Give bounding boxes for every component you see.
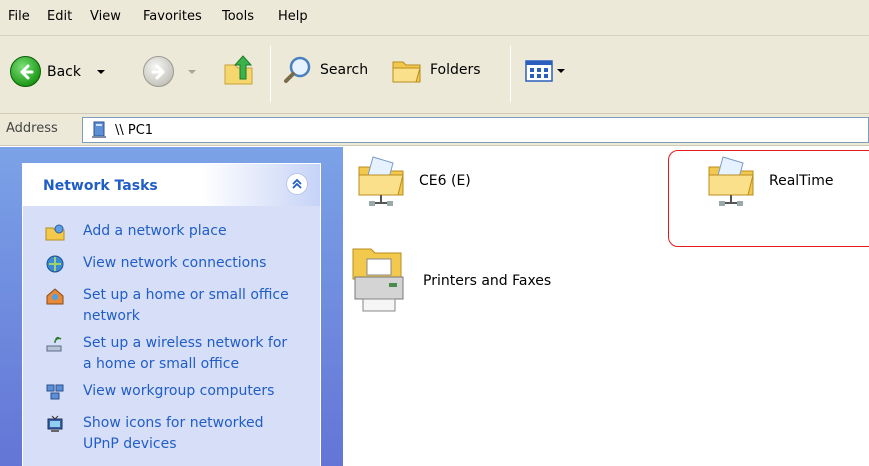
back-arrow-icon xyxy=(10,56,41,87)
network-place-icon xyxy=(45,224,65,241)
views-dropdown-icon[interactable] xyxy=(557,69,565,73)
task-view-workgroup-computers[interactable]: View workgroup computers xyxy=(45,381,298,402)
share-name: RealTime xyxy=(769,173,834,189)
menu-tools[interactable]: Tools xyxy=(222,9,254,24)
task-label: Set up a wireless network for a home or … xyxy=(83,335,288,372)
back-label: Back xyxy=(47,63,81,80)
chevron-up-icon xyxy=(292,178,302,189)
task-label: View workgroup computers xyxy=(83,383,275,399)
network-tasks-title: Network Tasks xyxy=(43,178,158,194)
task-view-network-connections[interactable]: View network connections xyxy=(45,253,298,274)
task-label: Add a network place xyxy=(83,223,227,239)
forward-button[interactable] xyxy=(143,56,196,87)
address-bar: Address \\ PC1 xyxy=(0,114,869,146)
address-value: \\ PC1 xyxy=(115,122,154,138)
network-connections-icon xyxy=(46,255,64,273)
task-show-upnp-icons[interactable]: Show icons for networked UPnP devices xyxy=(45,413,298,455)
search-label: Search xyxy=(320,62,369,78)
toolbar: Back Search Folders xyxy=(0,36,869,114)
folders-label: Folders xyxy=(430,62,481,78)
computer-icon xyxy=(92,121,106,138)
up-folder-button[interactable] xyxy=(222,53,256,87)
menu-file[interactable]: File xyxy=(8,9,30,24)
menu-edit[interactable]: Edit xyxy=(47,9,72,24)
share-ce6[interactable]: CE6 (E) xyxy=(355,153,471,209)
menu-bar: File Edit View Favorites Tools Help xyxy=(0,0,869,36)
folders-button[interactable]: Folders xyxy=(390,54,481,86)
task-setup-wireless-network[interactable]: Set up a wireless network for a home or … xyxy=(45,333,298,375)
forward-dropdown-icon[interactable] xyxy=(188,69,196,74)
toolbar-separator xyxy=(510,46,511,102)
task-add-network-place[interactable]: Add a network place xyxy=(45,221,298,242)
task-pane: Network Tasks Add a network place View n… xyxy=(0,147,343,466)
views-grid-icon xyxy=(525,60,553,82)
address-field[interactable]: \\ PC1 xyxy=(82,117,869,143)
up-folder-icon xyxy=(224,55,253,85)
upnp-devices-icon xyxy=(47,415,63,432)
printer-folder-icon xyxy=(352,248,404,312)
folders-icon xyxy=(392,61,421,83)
forward-arrow-icon xyxy=(143,56,174,87)
share-name: CE6 (E) xyxy=(419,173,471,189)
network-tasks-panel: Network Tasks Add a network place View n… xyxy=(22,163,321,466)
collapse-button[interactable] xyxy=(286,173,308,195)
address-label: Address xyxy=(6,121,58,136)
wireless-network-icon xyxy=(46,336,62,352)
workgroup-computers-icon xyxy=(46,384,64,400)
home-network-icon xyxy=(46,288,64,305)
network-tasks-header[interactable]: Network Tasks xyxy=(23,164,320,206)
menu-help[interactable]: Help xyxy=(278,9,308,24)
views-button[interactable] xyxy=(525,60,565,82)
printers-name: Printers and Faxes xyxy=(423,273,552,289)
task-label: Set up a home or small office network xyxy=(83,287,289,324)
shared-folder-icon xyxy=(358,156,404,206)
back-dropdown-icon[interactable] xyxy=(97,69,105,74)
task-label: Show icons for networked UPnP devices xyxy=(83,415,264,452)
menu-favorites[interactable]: Favorites xyxy=(143,9,202,24)
task-label: View network connections xyxy=(83,255,267,271)
toolbar-separator xyxy=(270,46,271,102)
search-button[interactable]: Search xyxy=(282,54,368,86)
menu-view[interactable]: View xyxy=(90,9,121,24)
shared-folder-icon xyxy=(708,156,754,206)
printers-and-faxes[interactable]: Printers and Faxes xyxy=(349,245,551,317)
task-setup-home-network[interactable]: Set up a home or small office network xyxy=(45,285,298,327)
back-button[interactable]: Back xyxy=(10,56,105,87)
folder-view: CE6 (E) RealTime Printers and Faxes xyxy=(343,147,869,466)
share-realtime[interactable]: RealTime xyxy=(705,153,833,209)
search-icon xyxy=(284,56,311,83)
